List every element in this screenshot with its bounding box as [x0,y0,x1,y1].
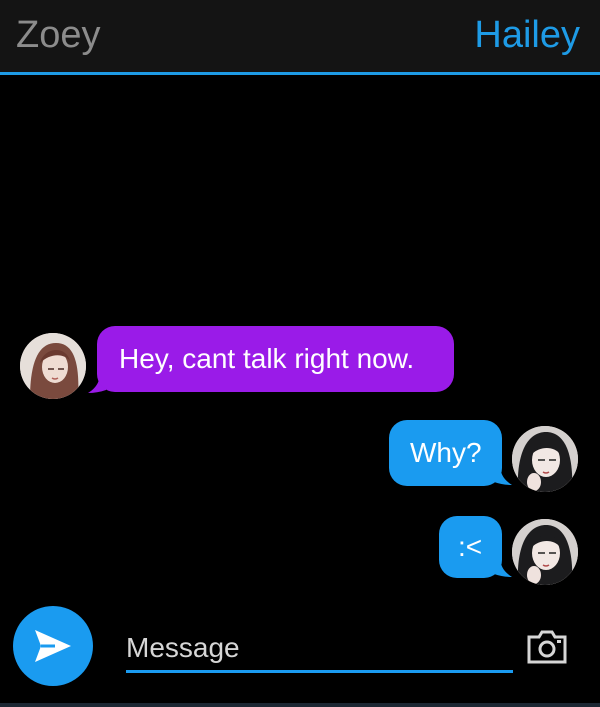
message-bubble[interactable]: Why? [389,420,502,486]
message-bubble[interactable]: Hey, cant talk right now. [97,326,454,392]
send-button[interactable] [13,606,93,686]
avatar-hailey[interactable] [512,519,578,585]
chat-header: Zoey Hailey [0,0,600,72]
contact-name-zoey[interactable]: Zoey [16,12,100,58]
bubble-tail-outgoing [494,556,512,577]
bubble-tail-outgoing [494,464,512,485]
avatar-zoey[interactable] [20,333,86,399]
bottom-divider [0,703,600,707]
contact-name-hailey[interactable]: Hailey [474,12,580,58]
send-arrow-icon [35,630,71,662]
message-bubble[interactable]: :< [439,516,502,578]
header-divider [0,72,600,75]
camera-icon[interactable] [526,630,568,664]
message-input[interactable] [126,626,512,670]
message-input-underline [126,670,513,673]
avatar-hailey[interactable] [512,426,578,492]
